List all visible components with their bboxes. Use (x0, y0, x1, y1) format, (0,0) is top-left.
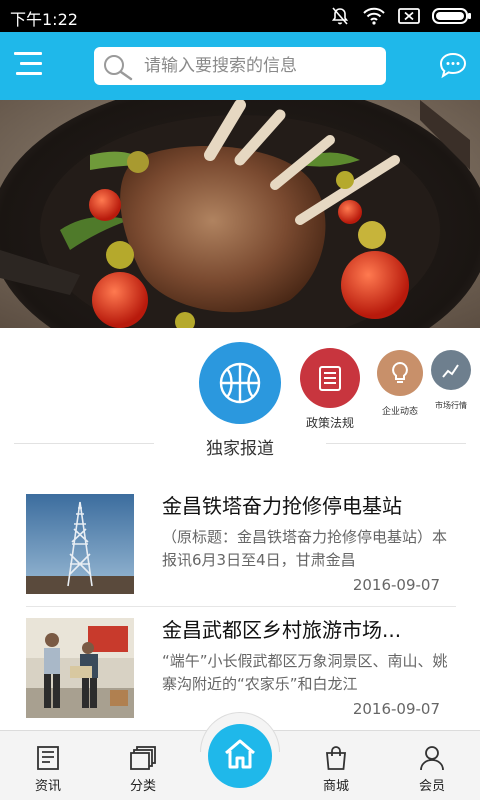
banner-image (0, 100, 480, 328)
category-carousel[interactable]: 独家报道 政策法规 企业动态 市场行情 (0, 328, 480, 468)
tab-label: 分类 (129, 779, 156, 794)
home-icon (223, 738, 257, 774)
category-item-exclusive[interactable]: 独家报道 (190, 342, 290, 459)
search-input[interactable] (144, 47, 380, 85)
news-summary: （原标题：金昌铁塔奋力抢修停电基站）本报讯6月3日至4日，甘肃金昌 (162, 528, 448, 569)
news-date: 2016-09-07 (352, 700, 440, 718)
category-label: 政策法规 (305, 416, 354, 430)
status-time: 下午1:22 (10, 10, 78, 29)
category-icon (103, 745, 183, 771)
category-item-enterprise[interactable]: 企业动态 (374, 350, 426, 417)
news-icon (8, 745, 88, 771)
category-label: 市场行情 (435, 401, 467, 410)
battery-icon (432, 7, 472, 25)
category-item-policy[interactable]: 政策法规 (294, 348, 366, 431)
message-icon[interactable] (438, 51, 468, 83)
wifi-icon (362, 6, 386, 26)
news-list: 金昌铁塔奋力抢修停电基站 （原标题：金昌铁塔奋力抢修停电基站）本报讯6月3日至4… (0, 468, 480, 730)
tab-mall[interactable]: 商城 (296, 731, 376, 800)
banner-carousel[interactable] (0, 100, 480, 328)
tab-news[interactable]: 资讯 (8, 731, 88, 800)
category-label: 企业动态 (381, 407, 418, 417)
market-icon (431, 350, 471, 390)
category-item-market[interactable]: 市场行情 (428, 350, 474, 411)
news-title: 金昌武都区乡村旅游市场... (162, 618, 402, 642)
tab-label: 商城 (322, 779, 349, 794)
search-icon (101, 53, 135, 85)
news-title: 金昌铁塔奋力抢修停电基站 (162, 494, 402, 518)
tab-member[interactable]: 会员 (392, 731, 472, 800)
status-bar: 下午1:22 (0, 0, 480, 32)
list-item[interactable]: 金昌武都区乡村旅游市场... “端午”小长假武都区万象洞景区、南山、姚寨沟附近的… (0, 592, 480, 718)
tab-label: 会员 (418, 779, 445, 794)
news-summary: “端午”小长假武都区万象洞景区、南山、姚寨沟附近的“农家乐”和白龙江 (162, 652, 448, 693)
news-thumbnail (26, 494, 134, 594)
mute-icon (330, 6, 350, 26)
category-label: 独家报道 (206, 439, 274, 459)
lightbulb-icon (377, 350, 423, 396)
tab-label: 资讯 (34, 779, 61, 794)
user-icon (392, 745, 472, 771)
home-button[interactable] (208, 724, 272, 788)
shopping-bag-icon (296, 745, 376, 771)
basketball-icon (199, 342, 281, 424)
news-thumbnail (26, 618, 134, 718)
no-sim-icon (398, 7, 420, 25)
menu-icon[interactable] (14, 52, 42, 76)
document-icon (300, 348, 360, 408)
tab-category[interactable]: 分类 (103, 731, 183, 800)
search-box[interactable] (94, 47, 386, 85)
app-header (0, 32, 480, 100)
list-item[interactable]: 金昌铁塔奋力抢修停电基站 （原标题：金昌铁塔奋力抢修停电基站）本报讯6月3日至4… (0, 468, 480, 607)
